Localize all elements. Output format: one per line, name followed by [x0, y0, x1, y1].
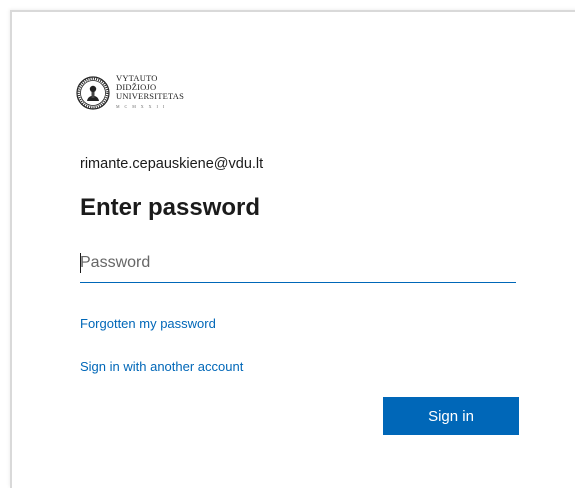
text-caret — [80, 253, 81, 273]
sign-in-button[interactable]: Sign in — [383, 397, 519, 435]
logo-line-3: UNIVERSITETAS — [116, 91, 185, 101]
university-name: VYTAUTO DIDŽIOJO UNIVERSITETAS M C M X X… — [116, 74, 184, 111]
university-seal-icon — [76, 75, 110, 110]
university-logo: VYTAUTO DIDŽIOJO UNIVERSITETAS M C M X X… — [76, 74, 184, 111]
logo-motto: M C M X X I I — [116, 104, 167, 109]
sign-in-another-account-link[interactable]: Sign in with another account — [80, 359, 243, 374]
page-title: Enter password — [80, 194, 261, 221]
account-email: rimante.cepauskiene@vdu.lt — [80, 156, 264, 172]
forgot-password-link[interactable]: Forgotten my password — [80, 316, 216, 331]
password-field[interactable] — [80, 248, 516, 283]
sign-in-card: VYTAUTO DIDŽIOJO UNIVERSITETAS M C M X X… — [10, 10, 575, 488]
password-input[interactable] — [80, 248, 516, 278]
